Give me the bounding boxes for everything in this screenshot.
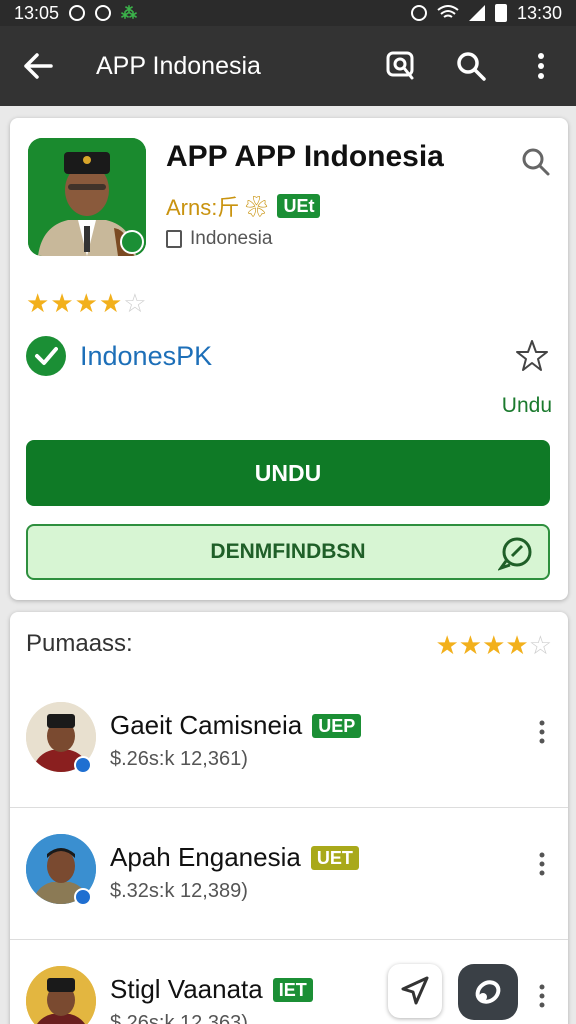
star-icon: ★ [50,288,75,318]
review-meta: $.26s:k 12,361) [110,748,248,770]
app-rating-stars: ★★★★☆ [26,288,148,319]
more-vertical-icon [539,852,545,876]
app-search-button[interactable] [518,144,554,180]
developer-row[interactable]: IndonesPK [26,336,212,376]
secondary-action-button[interactable]: DENMFINDBSN [26,524,550,580]
overflow-menu-button[interactable] [506,26,576,106]
app-title: APP APP Indonesia [166,140,444,173]
star-icon: ★ [482,630,506,660]
review-author-row: Gaeit Camisneia UEP [110,710,362,741]
review-tag: UEP [312,713,362,738]
undu-link[interactable]: Undu [502,394,552,418]
review-author: Gaeit Camisneia [110,710,303,740]
star-icon: ★ [435,630,459,660]
app-bar-title: APP Indonesia [96,51,261,80]
star-outline-icon [516,340,548,371]
more-vertical-icon [538,53,544,79]
star-icon: ★ [98,288,124,318]
review-meta: $.32s:k 12,389) [110,880,248,902]
review-meta: $.26s:k 12,363) [110,1012,248,1024]
star-icon: ★ [74,288,99,318]
region-label: Indonesia [190,228,273,249]
more-vertical-icon [539,720,545,744]
share-button[interactable] [388,964,442,1018]
review-menu-button[interactable] [532,712,552,752]
publisher-row: Arns:⽄ ❀ UEt [166,190,321,222]
wifi-icon [437,5,459,18]
search-button[interactable] [436,26,506,106]
developer-name: IndonesPK [80,340,213,371]
battery-icon [494,4,507,22]
status-bar: 13:05 ⁂ 13:30 [0,0,576,26]
status-time-right: 13:30 [516,2,562,23]
account-badge-icon [74,888,92,906]
alarm-icon [410,5,427,21]
secondary-action-label: DENMFINDBSN [210,540,366,563]
publisher-name[interactable]: Arns:⽄ ❀ [166,190,267,222]
app-bar: APP Indonesia [0,26,576,106]
reviews-rating-stars: ★★★★☆ [435,630,552,661]
notification-icon [69,5,86,21]
status-time-left: 13:05 [14,2,60,23]
search-icon [457,52,486,81]
reviews-heading: Pumaass: [26,630,133,657]
more-vertical-icon [539,984,545,1008]
review-menu-button[interactable] [532,844,552,884]
publisher-tag: UEt [277,194,321,218]
verified-badge-icon [120,230,144,254]
review-tag: IET [272,977,313,1002]
review-author: Stigl Vaanata [110,974,263,1004]
star-icon: ★ [26,288,51,318]
install-button[interactable]: UNDU [26,440,550,506]
lens-search-icon [386,51,414,80]
review-author-row: Stigl Vaanata IET [110,974,313,1005]
star-icon: ★ [505,630,529,660]
review-tag: UET [310,845,359,870]
edit-icon [475,980,501,1004]
lens-search-button[interactable] [366,26,436,106]
review-item[interactable]: Gaeit Camisneia UEP $.26s:k 12,361) [10,676,568,808]
app-detail-card: APP APP Indonesia Arns:⽄ ❀ UEt Indonesia… [10,118,568,600]
back-button[interactable] [0,26,76,106]
back-arrow-icon [24,53,53,79]
review-author: Apah Enganesia [110,842,301,872]
leaf-icon: ⁂ [121,5,138,22]
region-row: Indonesia [166,228,272,250]
region-icon [166,230,182,248]
reviews-card: Pumaass: ★★★★☆ Gaeit Camisneia UEP $.26s… [10,612,568,1024]
star-empty-icon: ☆ [123,288,148,318]
check-icon [26,336,66,376]
review-author-row: Apah Enganesia UET [110,842,359,873]
review-item[interactable]: Apah Enganesia UET $.32s:k 12,389) [10,808,568,940]
send-icon [401,976,429,1005]
favorite-button[interactable] [512,336,552,376]
sync-icon [95,5,112,21]
account-badge-icon [74,756,92,774]
search-icon [522,148,550,176]
compose-button[interactable] [458,964,518,1020]
star-icon: ★ [458,630,483,660]
chat-icon [498,537,532,571]
avatar [26,966,96,1024]
review-menu-button[interactable] [532,976,552,1016]
signal-icon [468,5,485,21]
star-empty-icon: ☆ [528,630,552,660]
